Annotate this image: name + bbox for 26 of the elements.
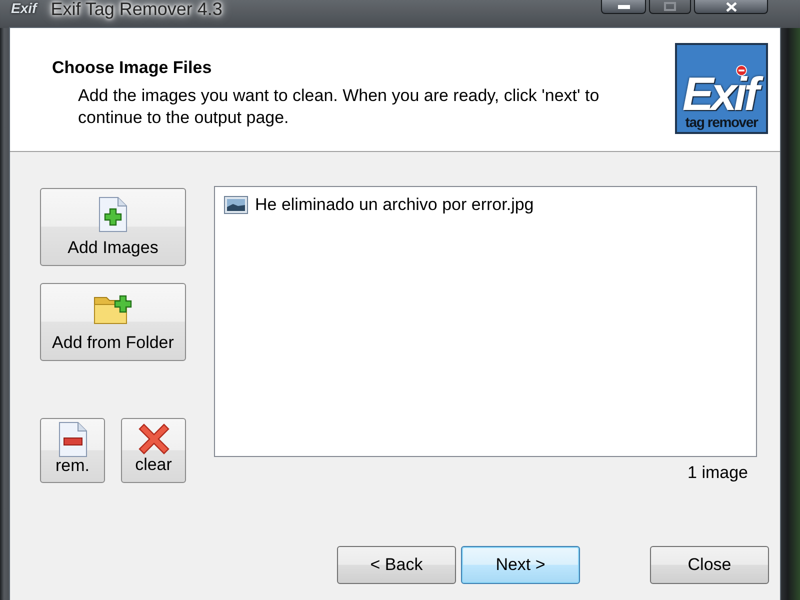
page-title: Choose Image Files xyxy=(52,58,212,78)
logo-subtitle: tag remover xyxy=(685,115,758,129)
tool-button[interactable]: Add from Folder xyxy=(40,283,186,361)
file-list-item[interactable]: He eliminado un archivo por error.jpg xyxy=(224,195,536,215)
close-button[interactable] xyxy=(694,0,768,14)
minus-dot-icon xyxy=(736,65,747,76)
next-button[interactable]: Next > xyxy=(461,546,580,584)
tool-button[interactable]: rem. xyxy=(40,418,105,483)
tool-button[interactable]: clear xyxy=(121,418,186,483)
back-button[interactable]: < Back xyxy=(337,546,456,584)
close-icon xyxy=(726,2,736,12)
tool-button[interactable]: Add Images xyxy=(40,188,186,266)
close-dialog-button[interactable]: Close xyxy=(650,546,769,584)
cross-icon xyxy=(138,422,170,454)
logo-title: Exif xyxy=(682,77,761,111)
folder-plus-icon xyxy=(93,293,133,325)
maximize-icon xyxy=(664,2,676,11)
minimize-icon xyxy=(618,4,630,8)
page-description: Add the images you want to clean. When you are ready, click 'next' to continue to the output page. xyxy=(78,85,600,129)
app-logo-text: Exif xyxy=(11,0,37,16)
minimize-button[interactable] xyxy=(601,0,646,14)
image-count: 1 image xyxy=(688,463,749,483)
file-plus-icon xyxy=(98,196,128,232)
window-title: Exif Tag Remover 4.3 xyxy=(50,0,222,18)
file-minus-icon xyxy=(58,420,88,458)
image-file-icon xyxy=(224,196,248,214)
